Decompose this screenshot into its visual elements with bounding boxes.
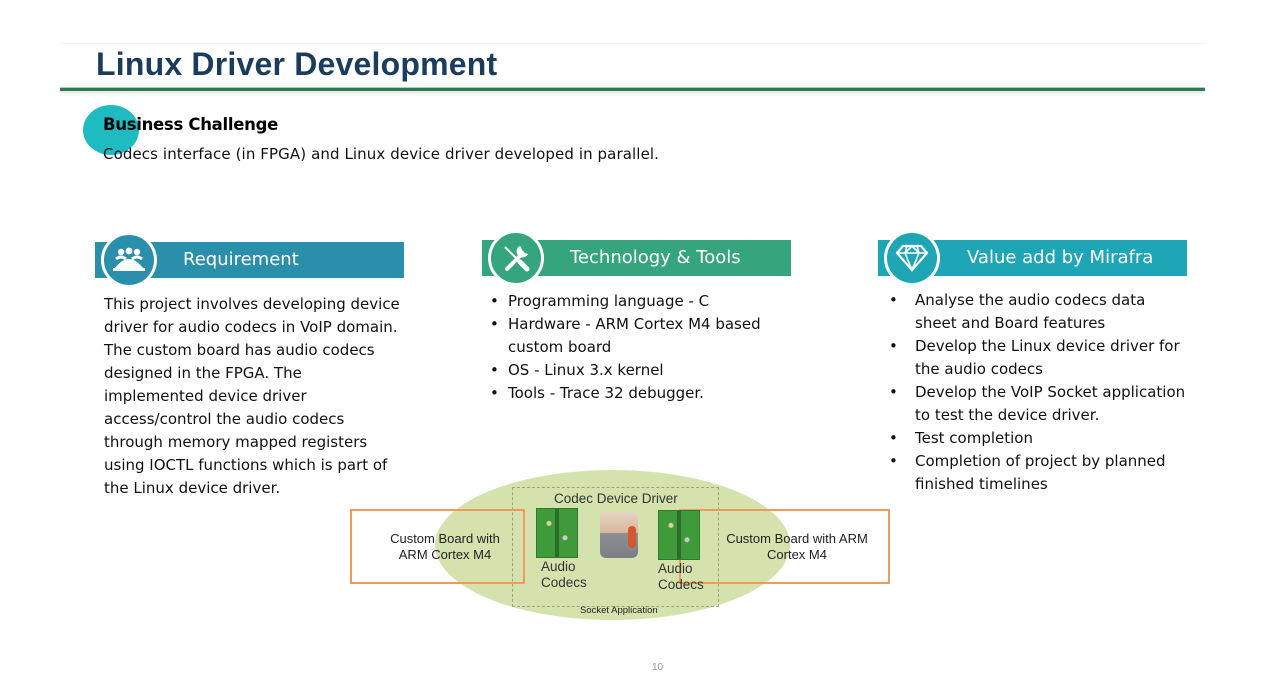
technology-header: Technology & Tools — [482, 230, 791, 286]
audio-codecs-label-right: Audio Codecs — [658, 561, 704, 592]
title-underline — [60, 88, 1205, 91]
value-add-title: Value add by Mirafra — [967, 247, 1154, 268]
list-item: Analyse the audio codecs data sheet and … — [887, 289, 1187, 335]
circuit-board-image — [536, 508, 578, 558]
list-item: Tools - Trace 32 debugger. — [488, 382, 788, 405]
technology-list: Programming language - C Hardware - ARM … — [488, 290, 788, 405]
list-item: Programming language - C — [488, 290, 788, 313]
list-item: OS - Linux 3.x kernel — [488, 359, 788, 382]
business-challenge-text: Codecs interface (in FPGA) and Linux dev… — [103, 145, 660, 163]
socket-application-label: Socket Application — [580, 605, 658, 616]
value-add-list: Analyse the audio codecs data sheet and … — [887, 289, 1187, 496]
requirement-title: Requirement — [183, 249, 299, 270]
list-item: Develop the VoIP Socket application to t… — [887, 381, 1187, 427]
list-item: Develop the Linux device driver for the … — [887, 335, 1187, 381]
list-item: Completion of project by planned finishe… — [887, 450, 1187, 496]
circuit-board-image — [658, 510, 700, 560]
audio-codecs-label-left: Audio Codecs — [541, 559, 587, 590]
people-group-icon — [101, 232, 157, 288]
codec-driver-label: Codec Device Driver — [554, 491, 678, 506]
business-challenge-heading: Business Challenge — [103, 115, 278, 134]
child-on-phone-image — [600, 512, 638, 558]
technology-title: Technology & Tools — [570, 247, 741, 268]
value-add-header: Value add by Mirafra — [878, 230, 1187, 286]
wrench-screwdriver-icon — [488, 230, 544, 286]
top-border — [60, 43, 1205, 44]
requirement-header: Requirement — [95, 232, 404, 288]
page-title: Linux Driver Development — [96, 46, 498, 82]
left-board-label: Custom Board with ARM Cortex M4 — [390, 531, 500, 562]
list-item: Hardware - ARM Cortex M4 based custom bo… — [488, 313, 788, 359]
list-item: Test completion — [887, 427, 1187, 450]
right-board-label: Custom Board with ARM Cortex M4 — [726, 531, 868, 562]
diamond-icon — [884, 230, 940, 286]
architecture-diagram: Custom Board with ARM Cortex M4 Custom B… — [340, 462, 900, 632]
